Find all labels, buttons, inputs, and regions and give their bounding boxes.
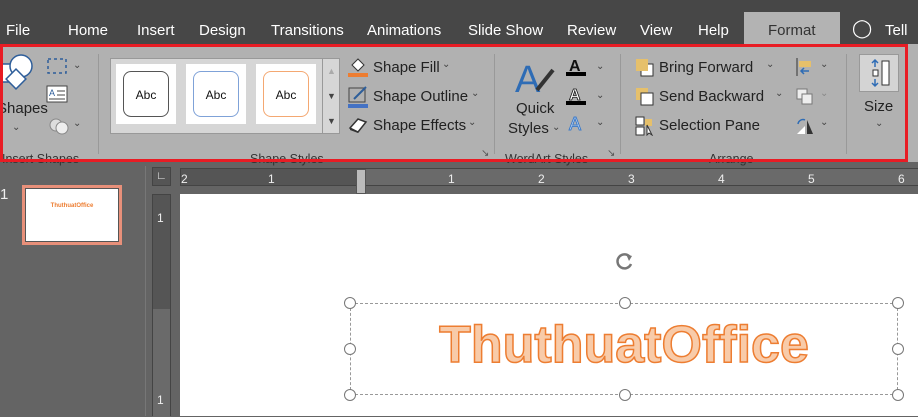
resize-handle[interactable] <box>892 389 904 401</box>
resize-handle[interactable] <box>344 389 356 401</box>
horizontal-ruler[interactable]: 2 1 1 2 3 4 5 6 <box>180 168 918 194</box>
ruler-label: 1 <box>448 172 455 186</box>
tab-animations[interactable]: Animations <box>367 22 441 39</box>
thumbnail-text: ThuthuatOffice <box>25 188 119 242</box>
tab-selector[interactable]: ∟ <box>152 167 171 186</box>
rotate-handle-icon[interactable] <box>614 250 636 272</box>
ribbon-tabs: File Home Insert Design Transitions Anim… <box>0 0 918 56</box>
resize-handle[interactable] <box>344 297 356 309</box>
wordart-text[interactable]: ThuthuatOffice <box>350 315 898 375</box>
pane-splitter[interactable] <box>145 166 146 416</box>
vertical-ruler[interactable]: 1 1 <box>152 194 171 417</box>
ruler-label: 2 <box>538 172 545 186</box>
tab-insert[interactable]: Insert <box>137 22 175 39</box>
ruler-label: 2 <box>181 172 188 186</box>
ruler-label: 6 <box>898 172 905 186</box>
ruler-label: 5 <box>808 172 815 186</box>
tab-transitions[interactable]: Transitions <box>271 22 344 39</box>
highlight-box <box>0 44 908 162</box>
indent-marker[interactable] <box>356 169 366 194</box>
tab-format[interactable]: Format <box>744 12 840 46</box>
tab-design[interactable]: Design <box>199 22 246 39</box>
lightbulb-icon: ◯ <box>852 18 873 38</box>
tab-slide-show[interactable]: Slide Show <box>468 22 543 39</box>
resize-handle[interactable] <box>344 343 356 355</box>
slide-number: 1 <box>0 186 9 203</box>
tab-help[interactable]: Help <box>698 22 729 39</box>
ruler-label: 1 <box>157 211 164 225</box>
ruler-label: 1 <box>157 393 164 407</box>
resize-handle[interactable] <box>892 343 904 355</box>
tab-home[interactable]: Home <box>68 22 108 39</box>
resize-handle[interactable] <box>892 297 904 309</box>
ruler-label: 4 <box>718 172 725 186</box>
tab-file[interactable]: File <box>6 22 30 39</box>
tab-view[interactable]: View <box>640 22 672 39</box>
ruler-label: 1 <box>268 172 275 186</box>
resize-handle[interactable] <box>619 297 631 309</box>
resize-handle[interactable] <box>619 389 631 401</box>
slide-thumbnail[interactable]: ThuthuatOffice <box>22 185 122 245</box>
ruler-label: 3 <box>628 172 635 186</box>
tab-review[interactable]: Review <box>567 22 616 39</box>
